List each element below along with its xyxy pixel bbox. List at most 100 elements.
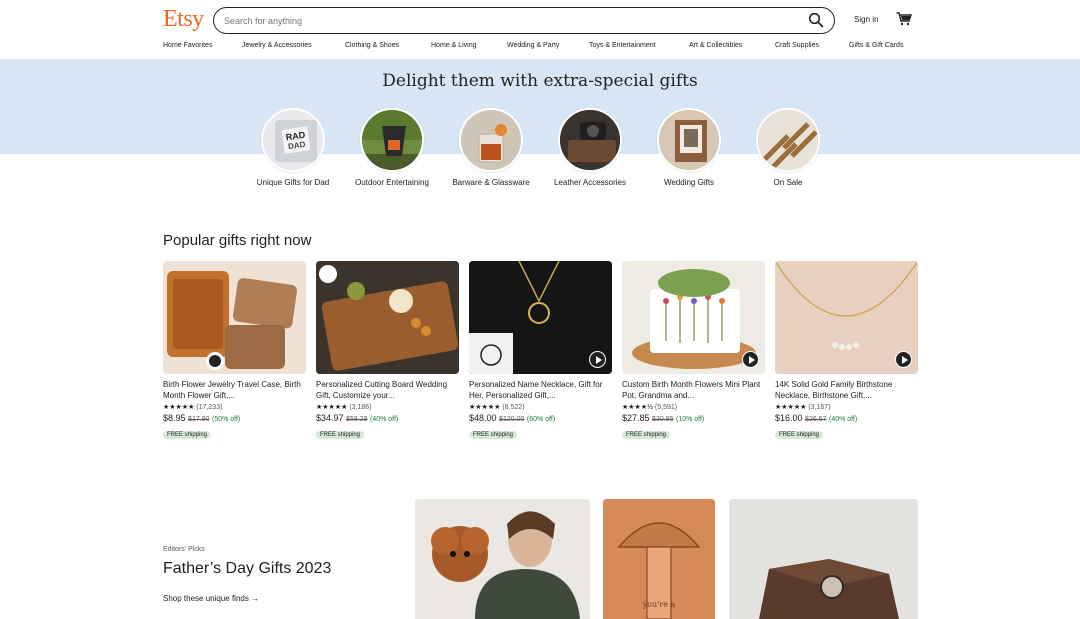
product-card[interactable]: Personalized Cutting Board Wedding Gift,… — [316, 261, 459, 441]
category-label: Outdoor Entertaining — [355, 178, 429, 187]
review-count: (5,591) — [654, 404, 678, 411]
review-count: (17,233) — [196, 404, 223, 411]
nav-home-favorites[interactable]: Home Favorites — [163, 42, 212, 49]
svg-text:you're a: you're a — [642, 600, 676, 609]
popular-gifts-heading: Popular gifts right now — [163, 232, 312, 249]
category-image — [657, 108, 721, 172]
discount-percent: (40% off) — [828, 416, 858, 423]
product-rating: ★★★★★ (17,233) — [163, 403, 306, 411]
category-on-sale[interactable]: On Sale — [748, 108, 828, 188]
product-price: $48.00 $120.00 (60% off) — [469, 413, 612, 423]
category-unique-gifts-for-dad[interactable]: RAD DAD Unique Gifts for Dad — [253, 108, 333, 188]
product-card[interactable]: 14K Solid Gold Family Birthstone Necklac… — [775, 261, 918, 441]
shop-unique-finds-link[interactable]: Shop these unique finds → — [163, 594, 259, 603]
free-shipping-badge: FREE shipping — [622, 431, 671, 439]
sale-price: $8.95 — [163, 413, 186, 423]
original-price: $17.90 — [188, 416, 210, 423]
product-image[interactable] — [622, 261, 765, 374]
search-bar[interactable] — [213, 7, 835, 34]
original-price: $26.67 — [805, 416, 827, 423]
free-shipping-badge: FREE shipping — [775, 431, 824, 439]
free-shipping-badge: FREE shipping — [469, 431, 518, 439]
nav-art-collectibles[interactable]: Art & Collectibles — [689, 42, 742, 49]
sign-in-link[interactable]: Sign in — [854, 15, 878, 24]
editors-picks-kicker: Editors' Picks — [163, 546, 205, 553]
arrow-right-icon: → — [251, 594, 260, 603]
rating-stars: ★★★★★ — [316, 404, 348, 411]
category-wedding-gifts[interactable]: Wedding Gifts — [649, 108, 729, 188]
product-price: $34.97 $58.29 (40% off) — [316, 413, 459, 423]
product-image[interactable] — [163, 261, 306, 374]
product-title[interactable]: Birth Flower Jewelry Travel Case, Birth … — [163, 379, 306, 401]
discount-percent: (50% off) — [211, 416, 241, 423]
product-price: $27.85 $30.95 (10% off) — [622, 413, 765, 423]
etsy-logo[interactable]: Etsy — [163, 6, 204, 33]
sale-price: $48.00 — [469, 413, 497, 423]
category-image — [756, 108, 820, 172]
review-count: (3,186) — [349, 404, 372, 411]
discount-percent: (60% off) — [526, 416, 556, 423]
nav-craft-supplies[interactable]: Craft Supplies — [775, 42, 819, 49]
sale-price: $27.85 — [622, 413, 650, 423]
cart-icon[interactable] — [896, 12, 912, 26]
product-rating: ★★★★½ (5,591) — [622, 403, 765, 411]
product-title[interactable]: Personalized Name Necklace, Gift for Her… — [469, 379, 612, 401]
sale-price: $34.97 — [316, 413, 344, 423]
rating-stars: ★★★★★ — [775, 404, 807, 411]
review-count: (3,167) — [808, 404, 831, 411]
product-title[interactable]: Personalized Cutting Board Wedding Gift,… — [316, 379, 459, 401]
product-card[interactable]: Birth Flower Jewelry Travel Case, Birth … — [163, 261, 306, 441]
shop-link-label: Shop these unique finds — [163, 594, 249, 603]
product-card[interactable]: Personalized Name Necklace, Gift for Her… — [469, 261, 612, 441]
search-icon[interactable] — [808, 12, 824, 28]
product-card[interactable]: Custom Birth Month Flowers Mini Plant Po… — [622, 261, 765, 441]
discount-percent: (40% off) — [369, 416, 399, 423]
category-leather-accessories[interactable]: Leather Accessories — [550, 108, 630, 188]
category-label: Barware & Glassware — [452, 178, 530, 187]
free-shipping-badge: FREE shipping — [316, 431, 365, 439]
original-price: $120.00 — [499, 416, 525, 423]
nav-clothing-shoes[interactable]: Clothing & Shoes — [345, 42, 399, 49]
category-image — [360, 108, 424, 172]
product-title[interactable]: Custom Birth Month Flowers Mini Plant Po… — [622, 379, 765, 401]
video-play-icon[interactable] — [895, 351, 912, 368]
nav-home-living[interactable]: Home & Living — [431, 42, 477, 49]
product-price: $16.00 $26.67 (40% off) — [775, 413, 918, 423]
product-title[interactable]: 14K Solid Gold Family Birthstone Necklac… — [775, 379, 918, 401]
editors-pick-image[interactable] — [415, 499, 590, 619]
free-shipping-badge: FREE shipping — [163, 431, 212, 439]
video-play-icon[interactable] — [742, 351, 759, 368]
video-play-icon[interactable] — [589, 351, 606, 368]
nav-jewelry-accessories[interactable]: Jewelry & Accessories — [242, 42, 312, 49]
product-image[interactable] — [775, 261, 918, 374]
original-price: $58.29 — [346, 416, 368, 423]
product-price: $8.95 $17.90 (50% off) — [163, 413, 306, 423]
category-label: On Sale — [773, 178, 803, 187]
product-image[interactable] — [316, 261, 459, 374]
editors-pick-image[interactable] — [729, 499, 918, 619]
product-rating: ★★★★★ (3,167) — [775, 403, 918, 411]
category-image — [558, 108, 622, 172]
fathers-day-title: Father’s Day Gifts 2023 — [163, 560, 332, 577]
category-barware-glassware[interactable]: Barware & Glassware — [451, 108, 531, 188]
nav-gifts-gift-cards[interactable]: Gifts & Gift Cards — [849, 42, 903, 49]
rating-stars: ★★★★★ — [163, 404, 195, 411]
category-outdoor-entertaining[interactable]: Outdoor Entertaining — [352, 108, 432, 188]
search-input[interactable] — [224, 12, 784, 29]
sale-price: $16.00 — [775, 413, 803, 423]
category-image — [459, 108, 523, 172]
review-count: (8,522) — [502, 404, 525, 411]
nav-wedding-party[interactable]: Wedding & Party — [507, 42, 559, 49]
category-label: Wedding Gifts — [663, 178, 715, 187]
discount-percent: (10% off) — [675, 416, 705, 423]
hero-title: Delight them with extra-special gifts — [382, 71, 698, 91]
category-label: Unique Gifts for Dad — [256, 178, 330, 187]
product-image[interactable] — [469, 261, 612, 374]
category-image: RAD DAD — [261, 108, 325, 172]
original-price: $30.95 — [652, 416, 674, 423]
category-label: Leather Accessories — [553, 178, 627, 187]
rating-stars: ★★★★½ — [622, 404, 653, 411]
product-rating: ★★★★★ (3,186) — [316, 403, 459, 411]
nav-toys-entertainment[interactable]: Toys & Entertainment — [589, 42, 656, 49]
editors-pick-image[interactable]: you're a — [603, 499, 715, 619]
